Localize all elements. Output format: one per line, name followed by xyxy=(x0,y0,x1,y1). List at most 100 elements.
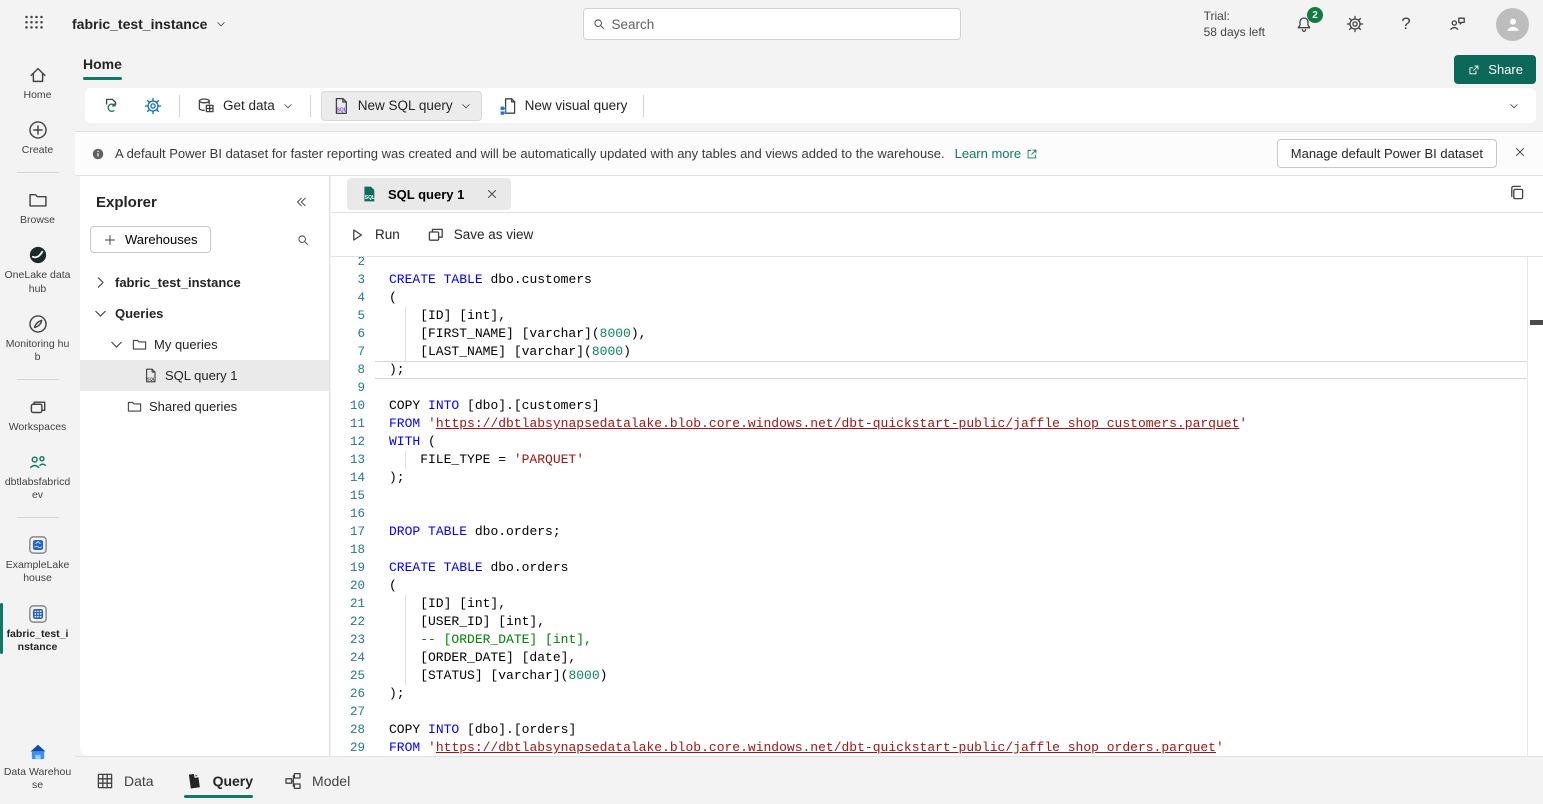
code-line-11[interactable]: 11FROM 'https://dbtlabsynapsedatalake.bl… xyxy=(331,415,1543,433)
collapse-explorer-button[interactable] xyxy=(289,190,313,214)
trial-status: Trial: 58 days left xyxy=(1204,8,1265,40)
ribbon-collapse-button[interactable] xyxy=(1502,96,1526,116)
rail-divider xyxy=(17,379,59,380)
run-button[interactable]: Run xyxy=(347,225,400,245)
home-icon xyxy=(27,64,49,86)
manage-dataset-button[interactable]: Manage default Power BI dataset xyxy=(1277,139,1497,168)
ribbon-tab-home[interactable]: Home xyxy=(83,56,122,80)
code-line-12[interactable]: 12WITH ( xyxy=(331,433,1543,451)
code-line-19[interactable]: 19CREATE TABLE dbo.orders xyxy=(331,559,1543,577)
global-search[interactable] xyxy=(583,8,961,40)
tree-item-fabric-test-instance[interactable]: fabric_test_instance xyxy=(80,267,329,298)
rail-item-fabric-test-instance[interactable]: fabric_test_instance xyxy=(0,597,75,660)
code-line-6[interactable]: 6 [FIRST_NAME] [varchar](8000), xyxy=(331,325,1543,343)
close-tab-icon[interactable] xyxy=(485,187,499,201)
save-as-view-button[interactable]: Save as view xyxy=(426,225,534,245)
settings-button[interactable] xyxy=(1343,12,1367,36)
code-line-25[interactable]: 25 [STATUS] [varchar](8000) xyxy=(331,667,1543,685)
feedback-button[interactable] xyxy=(1445,12,1469,36)
rail-item-create[interactable]: Create xyxy=(0,113,75,163)
notifications-button[interactable]: 2 xyxy=(1292,12,1316,36)
line-number: 29 xyxy=(331,739,365,756)
code-line-13[interactable]: 13 FILE_TYPE = 'PARQUET' xyxy=(331,451,1543,469)
share-button[interactable]: Share xyxy=(1454,55,1536,84)
code-line-22[interactable]: 22 [USER_ID] [int], xyxy=(331,613,1543,631)
code-line-28[interactable]: 28COPY INTO [dbo].[orders] xyxy=(331,721,1543,739)
top-bar: fabric_test_instance Trial: 58 days left… xyxy=(0,0,1543,48)
code-text: CREATE TABLE dbo.customers xyxy=(389,271,592,289)
code-line-23[interactable]: 23 -- [ORDER_DATE] [int], xyxy=(331,631,1543,649)
view-tab-query[interactable]: Query xyxy=(184,757,253,804)
rail-item-workspaces[interactable]: Workspaces xyxy=(0,390,75,440)
tree-item-sql-query-1[interactable]: SQLSQL query 1 xyxy=(80,360,329,391)
notification-badge: 2 xyxy=(1307,7,1323,23)
code-line-20[interactable]: 20( xyxy=(331,577,1543,595)
tree-item-my-queries[interactable]: My queries xyxy=(80,329,329,360)
tree-item-queries[interactable]: Queries xyxy=(80,298,329,329)
explorer-search-button[interactable] xyxy=(291,228,315,252)
settings-gear-button[interactable] xyxy=(137,92,169,120)
line-number: 13 xyxy=(331,451,365,469)
rail-item-monitoring[interactable]: Monitoring hub xyxy=(0,307,75,370)
rail-item-browse[interactable]: Browse xyxy=(0,183,75,233)
code-line-24[interactable]: 24 [ORDER_DATE] [date], xyxy=(331,649,1543,667)
chevron-down-icon xyxy=(92,305,109,322)
code-line-9[interactable]: 9 xyxy=(331,379,1543,397)
workspaces-icon xyxy=(27,396,49,418)
help-button[interactable]: ? xyxy=(1394,12,1418,36)
indent-guide xyxy=(405,649,406,667)
code-text: [ORDER_DATE] [date], xyxy=(389,649,576,667)
folder-icon xyxy=(126,398,143,415)
new-visual-query-button[interactable]: New visual query xyxy=(492,92,634,120)
code-text: FILE_TYPE = 'PARQUET' xyxy=(389,451,584,469)
view-tab-data[interactable]: Data xyxy=(95,757,154,804)
code-line-7[interactable]: 7 [LAST_NAME] [varchar](8000) xyxy=(331,343,1543,361)
rail-item-onelake[interactable]: OneLake data hub xyxy=(0,238,75,301)
code-line-17[interactable]: 17DROP TABLE dbo.orders; xyxy=(331,523,1543,541)
banner-close-button[interactable] xyxy=(1513,145,1527,162)
indent-guide xyxy=(405,595,406,613)
get-data-button[interactable]: Get data xyxy=(190,92,300,120)
tab-sql-query-1[interactable]: SQL SQL query 1 xyxy=(347,178,511,210)
code-line-14[interactable]: 14); xyxy=(331,469,1543,487)
tree-item-label: Shared queries xyxy=(149,399,237,414)
line-number: 18 xyxy=(331,541,365,559)
code-line-18[interactable]: 18 xyxy=(331,541,1543,559)
new-sql-query-button[interactable]: SQL New SQL query xyxy=(321,91,482,121)
query-toolbar: Run Save as view xyxy=(331,213,1543,257)
info-banner: A default Power BI dataset for faster re… xyxy=(75,131,1543,176)
code-line-4[interactable]: 4( xyxy=(331,289,1543,307)
view-tab-model[interactable]: Model xyxy=(283,757,350,804)
code-line-27[interactable]: 27 xyxy=(331,703,1543,721)
search-input[interactable] xyxy=(612,17,952,32)
code-line-29[interactable]: 29FROM 'https://dbtlabsynapsedatalake.bl… xyxy=(331,739,1543,756)
rail-item-home[interactable]: Home xyxy=(0,58,75,108)
refresh-report-button[interactable] xyxy=(95,92,127,120)
code-line-3[interactable]: 3CREATE TABLE dbo.customers xyxy=(331,271,1543,289)
sql-editor[interactable]: 23CREATE TABLE dbo.customers4(5 [ID] [in… xyxy=(331,257,1543,756)
app-launcher-button[interactable] xyxy=(14,4,54,44)
code-line-10[interactable]: 10COPY INTO [dbo].[customers] xyxy=(331,397,1543,415)
code-line-16[interactable]: 16 xyxy=(331,505,1543,523)
copy-button[interactable] xyxy=(1507,183,1527,206)
code-line-2[interactable]: 2 xyxy=(331,257,1543,271)
add-warehouses-button[interactable]: Warehouses xyxy=(90,226,211,253)
code-line-5[interactable]: 5 [ID] [int], xyxy=(331,307,1543,325)
editor-scrollbar-mark[interactable] xyxy=(1530,320,1543,325)
rail-item-examplelakehouse[interactable]: ExampleLakehouse xyxy=(0,528,75,591)
account-avatar[interactable] xyxy=(1496,8,1529,41)
code-line-26[interactable]: 26); xyxy=(331,685,1543,703)
waffle-icon xyxy=(24,14,44,34)
rail-item-data-warehouse[interactable]: Data Warehouse xyxy=(0,735,75,798)
line-number: 2 xyxy=(331,257,365,271)
grid-table-icon xyxy=(95,771,115,791)
code-line-15[interactable]: 15 xyxy=(331,487,1543,505)
tree-item-shared-queries[interactable]: Shared queries xyxy=(80,391,329,422)
line-number: 14 xyxy=(331,469,365,487)
content-area: Explorer Warehouses fabric_test_instance… xyxy=(75,176,1543,756)
rail-item-dbtlabsfabricdev[interactable]: dbtlabsfabricdev xyxy=(0,445,75,508)
workspace-switcher[interactable]: fabric_test_instance xyxy=(72,16,227,32)
learn-more-link[interactable]: Learn more xyxy=(955,146,1039,161)
share-icon xyxy=(1467,63,1481,77)
code-line-21[interactable]: 21 [ID] [int], xyxy=(331,595,1543,613)
